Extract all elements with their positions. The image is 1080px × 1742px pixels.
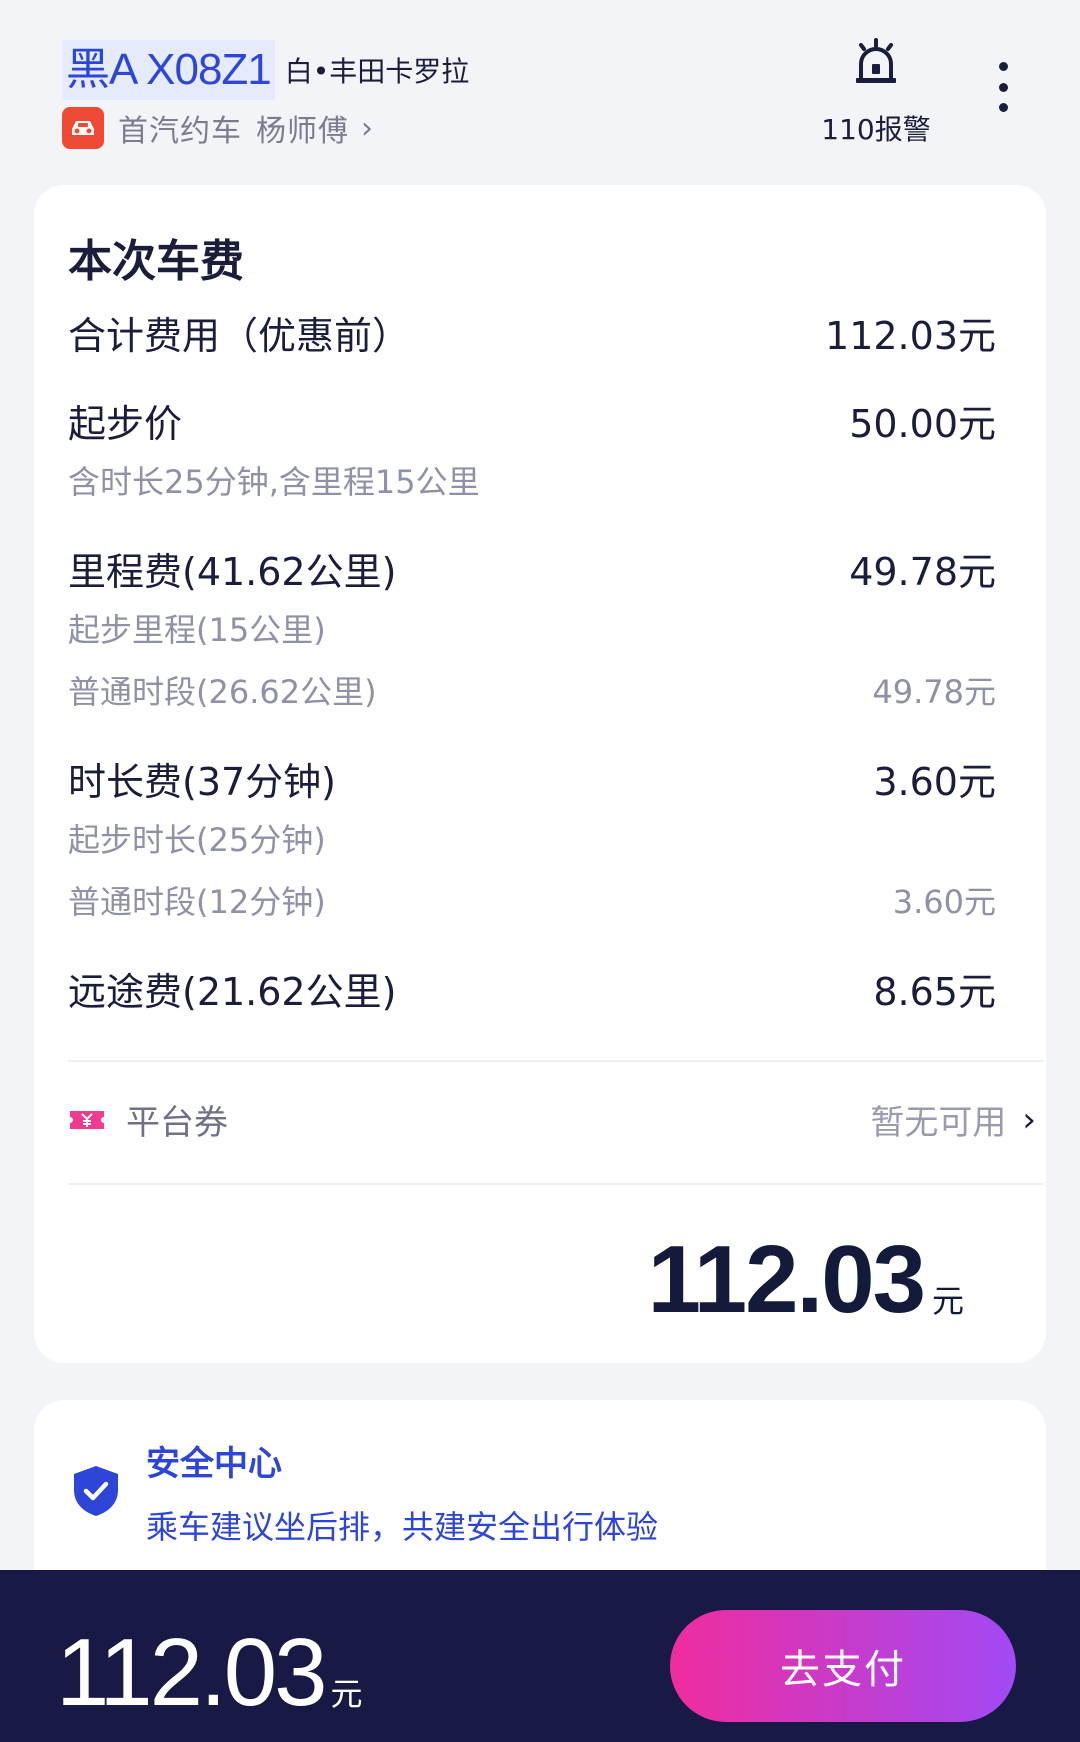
driver-info-link[interactable]: 首汽约车 杨师傅 › <box>62 106 373 150</box>
coupon-ticket-icon <box>70 1110 104 1129</box>
duration-fee-label: 时长费(37分钟) <box>68 760 337 804</box>
chevron-right-icon: › <box>1022 1099 1036 1140</box>
long-distance-fee-row: 远途费(21.62公里) 8.65元 <box>68 961 996 1016</box>
mileage-fee-value: 49.78元 <box>849 550 996 594</box>
total-before-discount-label: 合计费用（优惠前） <box>68 314 411 358</box>
long-distance-fee-value: 8.65元 <box>873 970 996 1014</box>
total-amount-unit: 元 <box>931 1282 964 1320</box>
safety-center-text: 乘车建议坐后排，共建安全出行体验 <box>146 1508 659 1546</box>
company-name: 首汽约车 <box>118 114 242 149</box>
base-fare-row: 起步价 50.00元 <box>68 393 996 448</box>
total-amount-value: 112.03 <box>647 1226 926 1333</box>
base-fare-note: 含时长25分钟,含里程15公里 <box>68 463 480 501</box>
total-before-discount-value: 112.03元 <box>825 314 996 358</box>
duration-fee-value: 3.60元 <box>873 760 996 804</box>
payment-bar: 112.03 元 去支付 <box>0 1570 1080 1742</box>
base-fare-note-row: 含时长25分钟,含里程15公里 <box>68 457 996 503</box>
pay-button[interactable]: 去支付 <box>670 1610 1016 1722</box>
coupon-status: 暂无可用 <box>870 1103 1007 1143</box>
mileage-start-label: 起步里程(15公里) <box>68 611 326 649</box>
license-plate: 黑A X08Z1 <box>62 40 275 100</box>
total-before-discount-row: 合计费用（优惠前） 112.03元 <box>68 305 996 360</box>
mileage-normal-value: 49.78元 <box>872 673 996 711</box>
coupon-label: 平台券 <box>126 1103 228 1143</box>
total-amount: 112.03 元 <box>648 1225 964 1335</box>
duration-normal-row: 普通时段(12分钟) 3.60元 <box>68 877 996 923</box>
payment-unit: 元 <box>330 1675 363 1713</box>
more-icon[interactable] <box>988 62 1018 112</box>
fee-card: 本次车费 合计费用（优惠前） 112.03元 起步价 50.00元 含时长25分… <box>34 185 1046 1363</box>
fee-title: 本次车费 <box>68 236 244 287</box>
payment-amount: 112.03 <box>56 1619 327 1726</box>
base-fare-value: 50.00元 <box>849 402 996 446</box>
mileage-fee-label: 里程费(41.62公里) <box>68 550 397 594</box>
mileage-fee-row: 里程费(41.62公里) 49.78元 <box>68 541 996 596</box>
mileage-start-row: 起步里程(15公里) <box>68 605 996 651</box>
police-alarm-button[interactable]: 110报警 <box>816 38 936 148</box>
ride-fee-page: 黑A X08Z1 白•丰田卡罗拉 首汽约车 杨师傅 › 110报警 本次车费 合… <box>0 0 1080 1742</box>
shield-check-icon <box>74 1466 118 1516</box>
payment-total: 112.03 元 <box>56 1618 363 1728</box>
car-description: 白•丰田卡罗拉 <box>284 55 470 88</box>
platform-coupon-row[interactable]: 平台券 暂无可用 › <box>68 1095 1036 1144</box>
duration-start-row: 起步时长(25分钟) <box>68 815 996 861</box>
duration-fee-row: 时长费(37分钟) 3.60元 <box>68 751 996 806</box>
chevron-right-icon: › <box>361 110 373 146</box>
trip-header: 黑A X08Z1 白•丰田卡罗拉 首汽约车 杨师傅 › 110报警 <box>0 0 1080 180</box>
divider <box>68 1060 1044 1062</box>
police-alarm-label: 110报警 <box>821 113 931 146</box>
car-logo-icon <box>62 107 104 149</box>
divider <box>68 1183 1044 1185</box>
safety-center-title: 安全中心 <box>146 1444 282 1484</box>
mileage-normal-label: 普通时段(26.62公里) <box>68 673 377 711</box>
duration-start-label: 起步时长(25分钟) <box>68 821 326 859</box>
driver-name: 杨师傅 <box>256 114 349 149</box>
mileage-normal-row: 普通时段(26.62公里) 49.78元 <box>68 667 996 713</box>
long-distance-fee-label: 远途费(21.62公里) <box>68 970 397 1014</box>
duration-normal-value: 3.60元 <box>892 883 996 921</box>
vehicle-info: 黑A X08Z1 白•丰田卡罗拉 <box>62 40 469 100</box>
base-fare-label: 起步价 <box>68 402 183 446</box>
duration-normal-label: 普通时段(12分钟) <box>68 883 326 921</box>
police-alarm-icon <box>856 38 896 83</box>
